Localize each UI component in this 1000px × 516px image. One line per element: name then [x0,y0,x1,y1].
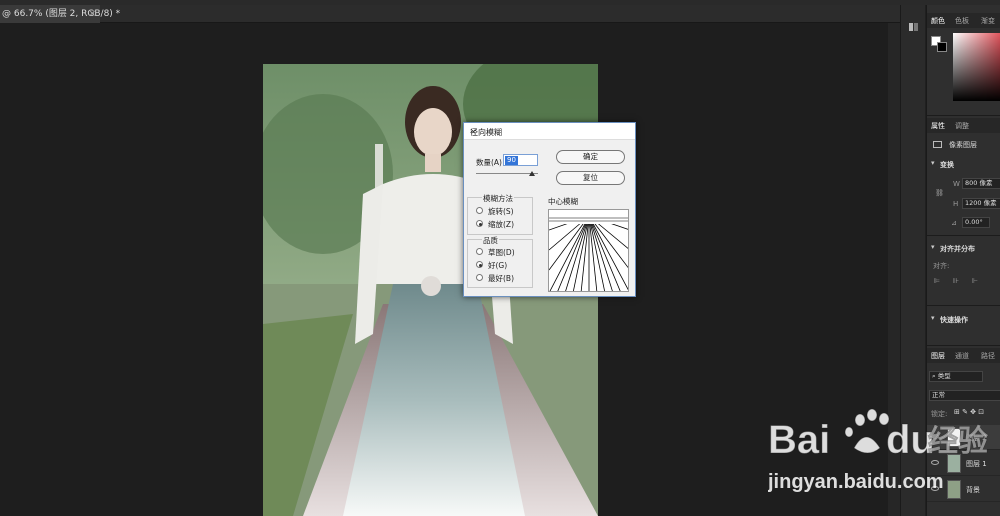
divider [927,235,1000,236]
layer-name: 图层 1 [966,460,987,468]
radio-button-icon[interactable] [476,207,483,214]
link-icon[interactable]: ⛓ [935,189,944,197]
dialog-titlebar[interactable]: 径向模糊 × [464,123,635,140]
tab-gradients[interactable]: 渐变 [981,16,995,26]
amount-input[interactable]: 90 [503,154,538,166]
width-input[interactable]: 800 像素 [962,178,1000,189]
reset-button[interactable]: 复位 [556,171,625,185]
blur-center-preview[interactable] [548,209,629,292]
amount-label: 数量(A) [476,158,502,167]
slider-handle-icon[interactable] [529,171,535,176]
height-input[interactable]: 1200 像素 [962,198,1000,209]
radio-button-icon[interactable] [476,274,483,281]
angle-icon: ⊿ [951,219,957,227]
radio-spin-label: 旋转(S) [488,207,514,216]
pixel-layer-label: 像素图层 [949,141,977,149]
align-distribute-title: 对齐并分布 [940,245,975,253]
radio-button-icon[interactable] [476,220,483,227]
layer-row[interactable]: 图层 2 [927,425,1000,450]
layer-thumbnail [947,454,961,473]
radial-blur-dialog: 径向模糊 × 数量(A) 90 确定 复位 模糊方法 旋转(S) 缩放(Z) 品… [463,122,636,297]
blur-method-group: 模糊方法 旋转(S) 缩放(Z) [467,193,533,235]
angle-input[interactable]: 0.00° [962,217,990,228]
close-icon[interactable]: × [88,5,96,23]
close-icon[interactable]: × [470,127,630,136]
divider [927,345,1000,346]
eye-icon[interactable] [931,460,939,465]
tab-layers[interactable]: 图层 [931,351,945,361]
divider [927,305,1000,306]
align-right-icon[interactable]: ⊩ [972,277,978,285]
amount-value: 90 [505,156,518,165]
quick-actions-title: 快速操作 [940,316,968,324]
layer-row[interactable]: 图层 1 [927,451,1000,476]
right-panels: 颜色 色板 渐变 属性 调整 像素图层 ▾ 变换 W 800 像素 ⛓ H 12… [926,5,1000,516]
layer-kind-filter[interactable]: ⌕ 类型 [929,371,983,382]
radio-zoom-label: 缩放(Z) [488,220,514,229]
align-left-icon[interactable]: ⊫ [934,277,940,285]
properties-panel-tabs: 属性 调整 [927,118,1000,133]
vertical-scrollbar[interactable] [888,23,900,516]
blur-method-caption: 模糊方法 [482,193,514,204]
document-tab-bar: @ 66.7% (图层 2, RGB/8) * × [0,5,900,23]
layer-thumbnail [947,428,961,447]
quality-group: 品质 草图(D) 好(G) 最好(B) [467,235,533,288]
layer-thumbnail [947,480,961,499]
align-label: 对齐: [933,262,950,270]
chevron-down-icon[interactable]: ▾ [931,243,935,251]
divider [927,115,1000,116]
color-picker-field[interactable] [953,33,1000,101]
document-tab-label: @ 66.7% (图层 2, RGB/8) * [2,9,121,19]
tab-swatches[interactable]: 色板 [955,16,969,26]
height-label: H [953,200,959,208]
radio-button-icon[interactable] [476,261,483,268]
kind-filter-value: 类型 [937,372,951,380]
width-label: W [953,180,960,188]
blend-mode-select[interactable]: 正常 [929,390,1000,401]
transform-title: 变换 [940,161,954,169]
blur-center-label: 中心模糊 [548,197,578,206]
align-center-icon[interactable]: ⊪ [953,277,959,285]
lock-label: 锁定: [931,410,948,418]
radio-good-label: 好(G) [488,261,508,270]
layers-panel-tabs: 图层 通道 路径 [927,348,1000,363]
background-color-swatch[interactable] [937,42,947,52]
panel-icon-column [900,5,925,516]
ok-button[interactable]: 确定 [556,150,625,164]
document-tab[interactable]: @ 66.7% (图层 2, RGB/8) * × [0,5,120,23]
photoshop-window: @ 66.7% (图层 2, RGB/8) * × 径向模糊 × 数量(A) 9… [0,0,1000,516]
tab-properties[interactable]: 属性 [931,121,945,131]
chevron-down-icon[interactable]: ▾ [931,314,935,322]
quality-caption: 品质 [482,235,499,246]
color-panel-tabs: 颜色 色板 渐变 [927,13,1000,28]
lock-icons[interactable]: ⊞ ✎ ✥ ⊡ [954,408,984,416]
tab-paths[interactable]: 路径 [981,351,995,361]
layer-row[interactable]: 背景 [927,477,1000,502]
radio-best-label: 最好(B) [488,274,514,283]
image-icon [933,141,942,148]
eye-icon[interactable] [931,434,939,439]
panel-toggle-icon[interactable] [901,5,926,45]
layer-name: 背景 [966,486,980,494]
tab-channels[interactable]: 通道 [955,351,969,361]
radio-button-icon[interactable] [476,248,483,255]
tab-color[interactable]: 颜色 [931,16,945,26]
zoom-lines-icon [549,210,628,291]
tab-adjustments[interactable]: 调整 [955,121,969,131]
radio-draft-label: 草图(D) [488,248,515,257]
layer-name: 图层 2 [966,434,987,442]
chevron-down-icon[interactable]: ▾ [931,159,935,167]
eye-icon[interactable] [931,486,939,491]
